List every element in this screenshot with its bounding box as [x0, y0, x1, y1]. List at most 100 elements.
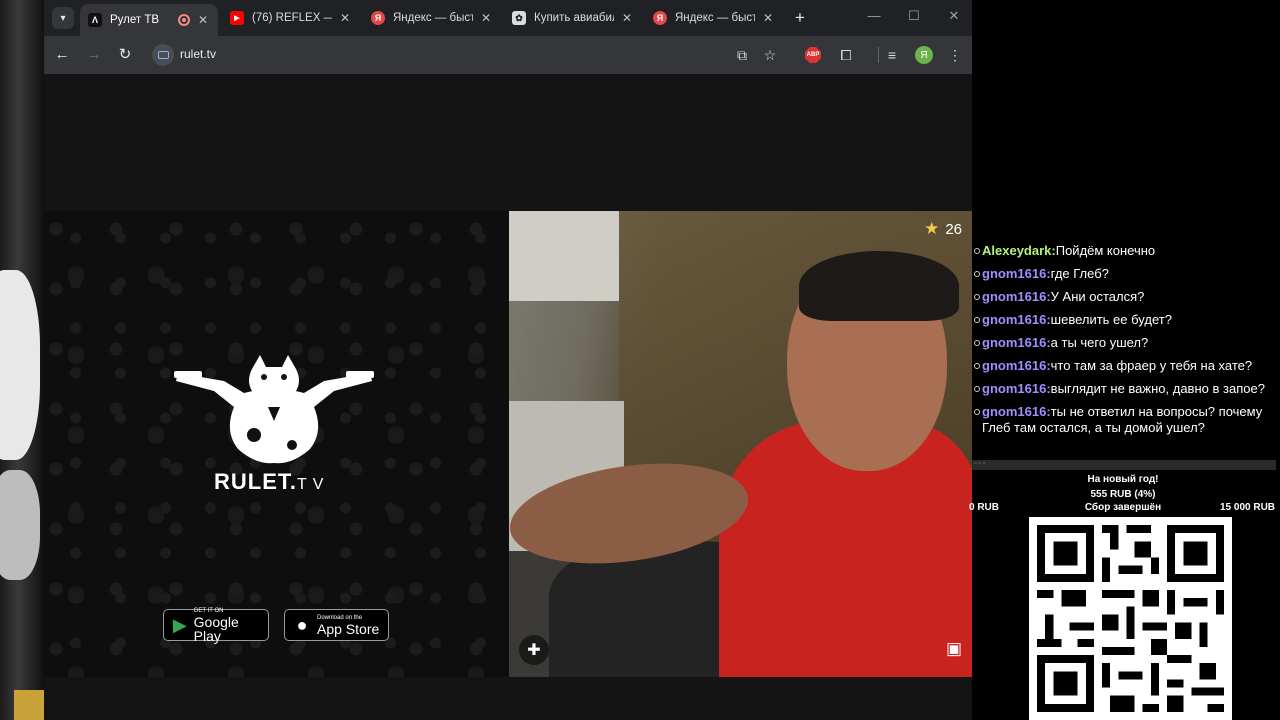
bookmark-star-icon[interactable]: ☆: [760, 45, 780, 65]
close-tab-icon[interactable]: ✕: [196, 13, 210, 27]
chat-text: что там за фраер у тебя на хате?: [1050, 358, 1253, 373]
donation-max: 15 000 RUB: [1220, 502, 1276, 513]
tab-title: (76) REFLEX — П: [252, 12, 332, 24]
tickets-icon: ✿: [512, 11, 526, 25]
url-text[interactable]: rulet.tv: [180, 47, 216, 61]
tab-title: Яндекс — быстр: [675, 12, 755, 24]
install-app-icon[interactable]: ⧉: [732, 45, 752, 65]
close-tab-icon[interactable]: ✕: [620, 11, 634, 25]
tab-title: Рулет ТВ: [110, 14, 160, 26]
browser-window: ▾ Λ Рулет ТВ ✕ ▶ (76) REFLEX — П ✕ Я Янд…: [44, 0, 972, 720]
tab-yandex-1[interactable]: Я Яндекс — быстр ✕: [363, 5, 501, 31]
close-tab-icon[interactable]: ✕: [479, 11, 493, 25]
chat-username: gnom1616: [982, 289, 1051, 304]
tab-rulet[interactable]: Λ Рулет ТВ ✕: [80, 4, 218, 36]
chat-username: Alexeydark: [982, 243, 1056, 258]
tab-yandex-2[interactable]: Я Яндекс — быстр ✕: [645, 5, 783, 31]
tab-reflex[interactable]: ▶ (76) REFLEX — П ✕: [222, 5, 360, 31]
donation-status: Сбор завершён: [1084, 502, 1162, 513]
chat-username: gnom1616: [982, 266, 1051, 281]
background-stream-strip: [0, 0, 44, 720]
reload-button[interactable]: ↻: [115, 45, 135, 65]
chat-message: gnom1616У Ани остался?: [972, 289, 1272, 305]
address-bar[interactable]: rulet.tv: [148, 41, 788, 69]
chat-message: gnom1616что там за фраер у тебя на хате?: [972, 358, 1272, 374]
video-person-hair: [799, 251, 959, 321]
chat-text: Пойдём конечно: [1055, 243, 1156, 258]
google-play-icon: ▶: [172, 614, 187, 635]
app-store-button[interactable]: ● Download on the App Store: [284, 609, 389, 641]
brand-wordmark: RULET.TV: [214, 469, 329, 495]
tab-tickets[interactable]: ✿ Купить авиабил ✕: [504, 5, 642, 31]
star-count: 26: [945, 220, 962, 238]
webcam-video[interactable]: ★ 26 ✚ ▣: [509, 211, 972, 677]
extensions-icon[interactable]: ⧠: [836, 45, 856, 65]
chat-text: выглядит не важно, давно в запое?: [1050, 381, 1265, 396]
maximize-icon[interactable]: ☐: [904, 8, 924, 24]
profile-avatar[interactable]: Я: [915, 46, 933, 64]
gift-icon[interactable]: ▣: [946, 639, 962, 659]
app-store-small-text: Download on the: [317, 614, 363, 621]
brand-name: RULET.: [214, 469, 297, 494]
tab-strip: ▾ Λ Рулет ТВ ✕ ▶ (76) REFLEX — П ✕ Я Янд…: [44, 0, 972, 36]
new-tab-button[interactable]: +: [790, 8, 810, 28]
star-icon: ★: [924, 219, 940, 238]
donation-min: 0 RUB: [969, 502, 1000, 513]
minimize-icon[interactable]: —: [864, 8, 884, 23]
chat-text: шевелить ее будет?: [1050, 312, 1172, 327]
chat-strip-icons: ▫ ▫ ▫: [974, 460, 986, 467]
screen: ▾ Λ Рулет ТВ ✕ ▶ (76) REFLEX — П ✕ Я Янд…: [0, 0, 1280, 720]
forward-button[interactable]: →: [84, 45, 104, 65]
background-shape: [0, 470, 40, 580]
chat-message: AlexeydarkПойдём конечно: [972, 243, 1272, 259]
page-content: RULET.TV ▶ GET IT ON Google Play ● Downl…: [44, 74, 972, 720]
chat-message: gnom1616ты не ответил на вопросы? почему…: [972, 404, 1272, 435]
back-button[interactable]: ←: [52, 45, 72, 65]
close-tab-icon[interactable]: ✕: [338, 11, 352, 25]
chat-text: У Ани остался?: [1050, 289, 1145, 304]
chat-username: gnom1616: [982, 312, 1051, 327]
recording-icon: [178, 14, 190, 26]
tab-title: Яндекс — быстр: [393, 12, 473, 24]
toolbar-divider: [878, 47, 879, 63]
chat-text: а ты чего ушел?: [1050, 335, 1149, 350]
rulet-favicon-icon: Λ: [88, 13, 102, 27]
chat-username: gnom1616: [982, 358, 1051, 373]
app-store-label: App Store: [317, 620, 380, 637]
menu-kebab-icon[interactable]: ⋮: [945, 45, 965, 65]
gamepad-icon[interactable]: ✚: [519, 635, 549, 665]
chat-message: gnom1616выглядит не важно, давно в запое…: [972, 381, 1272, 397]
chat-text: где Глеб?: [1050, 266, 1109, 281]
google-play-label: Google Play: [193, 613, 239, 644]
site-info-icon[interactable]: [152, 44, 174, 66]
google-play-button[interactable]: ▶ GET IT ON Google Play: [163, 607, 269, 644]
video-cabinet: [509, 211, 619, 301]
brand-suffix: TV: [297, 476, 330, 493]
chat-username: gnom1616: [982, 404, 1051, 419]
chat-input-strip: ▫ ▫ ▫: [972, 460, 1276, 470]
browser-toolbar: ← → ↻ rulet.tv ⧉ ☆ ABP ⧠ ≡ Я ⋮: [44, 36, 972, 74]
yandex-icon: Я: [653, 11, 667, 25]
logo-panel: RULET.TV ▶ GET IT ON Google Play ● Downl…: [44, 211, 509, 677]
cat-with-guns-logo-icon: [174, 355, 374, 464]
close-tab-icon[interactable]: ✕: [761, 11, 775, 25]
background-shape: [14, 690, 44, 720]
stream-chat-overlay: AlexeydarkПойдём конечно gnom1616где Гле…: [972, 243, 1280, 443]
chat-username: gnom1616: [982, 381, 1051, 396]
background-shape: [0, 270, 40, 460]
tab-search-button[interactable]: ▾: [52, 7, 74, 29]
donation-goal-title: На новый год!: [1087, 474, 1159, 485]
chat-message: gnom1616где Глеб?: [972, 266, 1272, 282]
chat-message: gnom1616шевелить ее будет?: [972, 312, 1272, 328]
chat-username: gnom1616: [982, 335, 1051, 350]
media-control-icon[interactable]: ≡: [882, 45, 902, 65]
donation-qr-code: [1029, 517, 1232, 720]
close-window-icon[interactable]: ✕: [944, 8, 964, 24]
tab-title: Купить авиабил: [534, 12, 614, 24]
google-play-small-text: GET IT ON: [193, 607, 224, 614]
star-rating: ★ 26: [924, 219, 962, 239]
donation-progress-text: 555 RUB (4%): [1090, 489, 1156, 500]
adblock-icon[interactable]: ABP: [805, 47, 821, 63]
yandex-icon: Я: [371, 11, 385, 25]
chat-message: gnom1616а ты чего ушел?: [972, 335, 1272, 351]
